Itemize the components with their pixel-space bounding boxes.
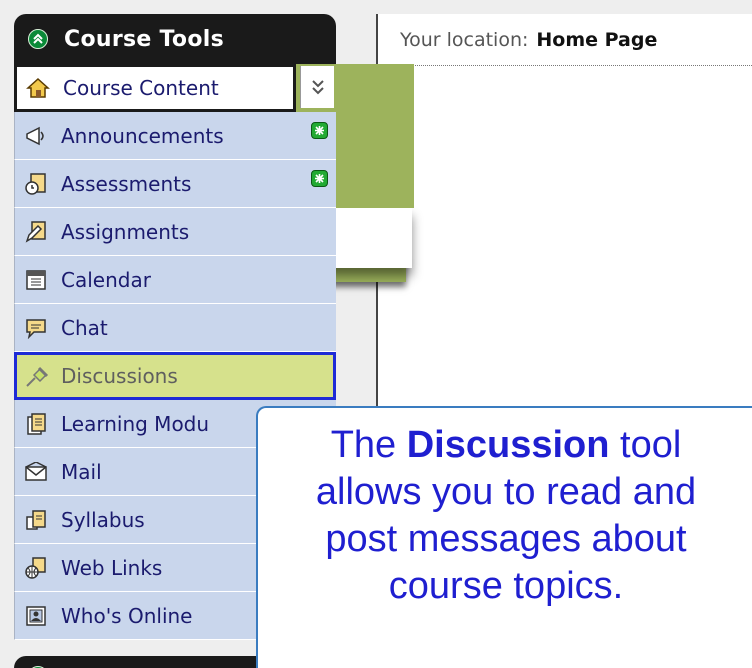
new-item-badge — [311, 170, 328, 187]
person-card-icon — [23, 603, 49, 629]
course-content-dropdown[interactable] — [300, 66, 334, 108]
tooltip-line-1: The Discussion tool — [258, 422, 752, 469]
speech-bubble-icon — [23, 315, 49, 341]
tool-assessments[interactable]: Assessments — [14, 160, 336, 208]
tool-label: Who's Online — [61, 603, 193, 628]
discussion-tooltip: The Discussion tool allows you to read a… — [256, 406, 752, 668]
tool-label: Web Links — [61, 555, 163, 580]
megaphone-icon — [23, 123, 49, 149]
tool-discussions[interactable]: Discussions — [14, 352, 336, 400]
tooltip-pre: The — [330, 424, 397, 466]
page: Your location: Home Page Course Tools Co… — [0, 0, 752, 668]
pencil-document-icon — [23, 219, 49, 245]
tooltip-bold: Discussion — [406, 424, 610, 466]
tool-chat[interactable]: Chat — [14, 304, 336, 352]
location-label: Your location: — [400, 28, 529, 51]
location-value[interactable]: Home Page — [536, 29, 657, 51]
tooltip-line-4: course topics. — [388, 565, 624, 607]
tool-label: Announcements — [61, 123, 224, 148]
collapse-button[interactable] — [28, 29, 48, 49]
tool-label: Assignments — [61, 219, 190, 244]
tool-label: Calendar — [61, 267, 151, 292]
pushpin-icon — [25, 363, 51, 389]
course-tools-title: Course Tools — [64, 26, 224, 52]
tool-course-content[interactable]: Course Content — [14, 64, 296, 112]
tool-label: Assessments — [61, 171, 192, 196]
tool-label: Chat — [61, 315, 108, 340]
envelope-icon — [23, 459, 49, 485]
tooltip-text: The Discussion tool allows you to read a… — [258, 422, 752, 610]
tool-assignments[interactable]: Assignments — [14, 208, 336, 256]
tool-announcements[interactable]: Announcements — [14, 112, 336, 160]
globe-icon — [23, 555, 49, 581]
home-icon — [25, 75, 51, 101]
tool-label: Learning Modu — [61, 411, 210, 436]
new-item-badge — [311, 122, 328, 139]
tooltip-line-3: post messages about — [325, 518, 687, 560]
course-tools-header: Course Tools — [14, 14, 336, 64]
clock-document-icon — [23, 171, 49, 197]
tool-label: Syllabus — [61, 507, 145, 532]
chevron-down-icon — [311, 80, 324, 95]
tool-label: Mail — [61, 459, 102, 484]
tooltip-line-2: allows you to read and — [315, 471, 697, 513]
tool-calendar[interactable]: Calendar — [14, 256, 336, 304]
document-icon — [23, 411, 49, 437]
tool-label: Discussions — [61, 364, 178, 388]
tooltip-post: tool — [620, 424, 682, 466]
calendar-icon — [23, 267, 49, 293]
tool-label: Course Content — [63, 76, 219, 100]
location-bar: Your location: Home Page — [378, 14, 752, 66]
chevron-up-icon — [33, 33, 43, 44]
book-icon — [23, 507, 49, 533]
